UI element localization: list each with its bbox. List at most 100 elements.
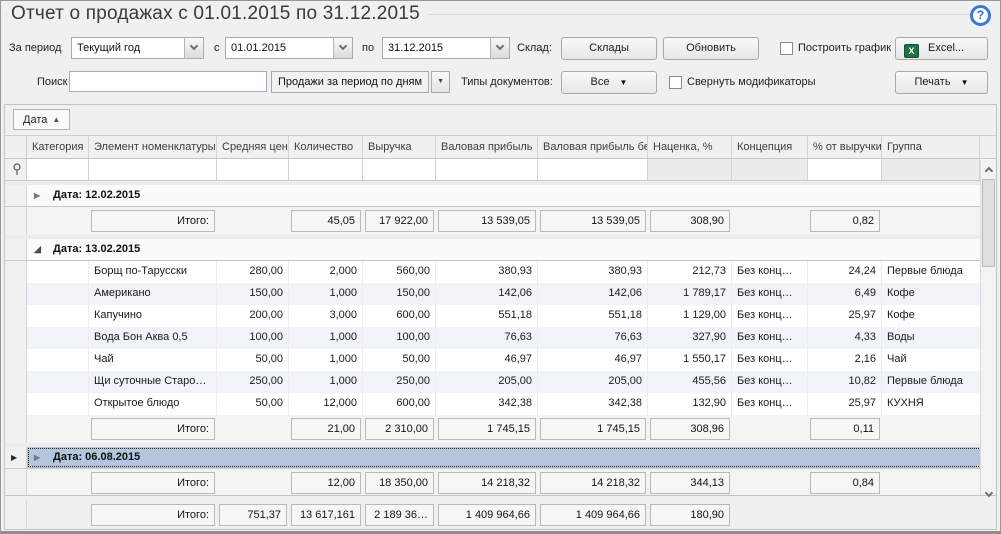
print-button[interactable]: Печать▼ <box>895 71 988 94</box>
cell-markup: 1 789,17 <box>648 283 732 305</box>
column-header-markup[interactable]: Наценка, % <box>648 136 732 158</box>
help-icon[interactable]: ? <box>970 5 991 26</box>
column-header-concept[interactable]: Концепция <box>732 136 808 158</box>
period-combobox[interactable]: Текущий год <box>71 37 204 59</box>
grand-total-row: Итого:751,3713 617,1612 189 36…1 409 964… <box>5 501 996 525</box>
cell-item: Американо <box>89 283 217 305</box>
column-header-item[interactable]: Элемент номенклатуры <box>89 136 217 158</box>
grand-total-footer: Итого:751,3713 617,1612 189 36…1 409 964… <box>5 495 996 529</box>
cell-pct_revenue: 25,97 <box>808 305 882 327</box>
row-indicator-cell: ▶ <box>5 447 27 468</box>
filter-cell-group[interactable] <box>882 159 980 180</box>
filter-cell-item[interactable] <box>89 159 217 180</box>
column-header-category[interactable]: Категория <box>27 136 89 158</box>
cell-concept: Без конц… <box>732 371 808 393</box>
total-gross_profit: 1 409 964,66 <box>438 504 536 526</box>
total-gross_profit: 13 539,05 <box>438 210 536 232</box>
cell-markup: 212,73 <box>648 261 732 283</box>
expand-group-icon[interactable]: ▶ <box>34 185 40 206</box>
filter-cell-concept[interactable] <box>732 159 808 180</box>
cell-gross_profit_wo: 551,18 <box>538 305 648 327</box>
row-indicator-cell <box>5 393 27 415</box>
cell-revenue: 250,00 <box>363 371 436 393</box>
date-from-picker[interactable]: 01.01.2015 <box>225 37 353 59</box>
stores-button[interactable]: Склады <box>561 37 657 60</box>
cell-item: Чай <box>89 349 217 371</box>
group-row-label: ▶Дата: 12.02.2015 <box>27 185 994 206</box>
column-header-avg_price[interactable]: Средняя цена <box>217 136 289 158</box>
build-chart-checkbox[interactable] <box>780 42 793 55</box>
total-pct_revenue: 0,11 <box>810 418 880 440</box>
filter-cell-revenue[interactable] <box>363 159 436 180</box>
collapse-modifiers-checkbox[interactable] <box>669 76 682 89</box>
collapse-modifiers-label: Свернуть модификаторы <box>687 71 815 94</box>
date-to-picker[interactable]: 31.12.2015 <box>382 37 510 59</box>
product-row[interactable]: Открытое блюдо50,0012,000600,00342,38342… <box>5 393 996 415</box>
collapse-group-icon[interactable]: ◢ <box>34 239 41 260</box>
refresh-button[interactable]: Обновить <box>663 37 759 60</box>
row-indicator-cell <box>5 371 27 393</box>
chevron-down-icon[interactable] <box>333 38 352 58</box>
group-row[interactable]: ◢Дата: 13.02.2015 <box>5 239 996 261</box>
period-label: За период <box>9 37 61 60</box>
sales-grid: Дата▲ КатегорияЭлемент номенклатурыСредн… <box>4 104 997 530</box>
filter-cell-avg_price[interactable] <box>217 159 289 180</box>
cell-gross_profit: 205,00 <box>436 371 538 393</box>
product-row[interactable]: Капучино200,003,000600,00551,18551,181 1… <box>5 305 996 327</box>
cell-markup: 1 129,00 <box>648 305 732 327</box>
toolbar-row-1: За период Текущий год с 01.01.2015 по 31… <box>1 37 1000 61</box>
expand-group-icon[interactable]: ▶ <box>34 447 40 468</box>
scroll-down-button[interactable] <box>981 478 996 494</box>
column-header-gross_profit_wo[interactable]: Валовая прибыль без… <box>538 136 648 158</box>
product-row[interactable]: Вода Бон Аква 0,5100,001,000100,0076,637… <box>5 327 996 349</box>
excel-button[interactable]: XExcel... <box>895 37 988 60</box>
cell-revenue: 560,00 <box>363 261 436 283</box>
row-indicator-cell <box>5 305 27 327</box>
search-input[interactable] <box>69 71 267 92</box>
cell-group: Кофе <box>882 305 996 327</box>
group-row[interactable]: ▶Дата: 12.02.2015 <box>5 185 996 207</box>
filter-cell-gross_profit_wo[interactable] <box>538 159 648 180</box>
vertical-scrollbar[interactable] <box>980 160 996 495</box>
chevron-down-icon[interactable] <box>490 38 509 58</box>
column-header-group[interactable]: Группа <box>882 136 980 158</box>
cell-revenue: 50,00 <box>363 349 436 371</box>
excel-icon: X <box>904 44 919 58</box>
column-header-qty[interactable]: Количество <box>289 136 363 158</box>
cell-gross_profit_wo: 76,63 <box>538 327 648 349</box>
filter-cell-pct_revenue[interactable] <box>808 159 882 180</box>
column-header-pct_revenue[interactable]: % от выручки <box>808 136 882 158</box>
report-type-combobox[interactable]: Продажи за период по дням ▼ <box>271 71 450 93</box>
total-markup: 308,90 <box>650 210 730 232</box>
filter-cell-category[interactable] <box>27 159 89 180</box>
title-area: Отчет о продажах с 01.01.2015 по 31.12.2… <box>1 1 1000 35</box>
filter-cell-qty[interactable] <box>289 159 363 180</box>
cell-gross_profit: 76,63 <box>436 327 538 349</box>
cell-markup: 327,90 <box>648 327 732 349</box>
column-header-revenue[interactable]: Выручка <box>363 136 436 158</box>
total-qty: 45,05 <box>291 210 361 232</box>
cell-gross_profit: 342,38 <box>436 393 538 415</box>
cell-gross_profit_wo: 142,06 <box>538 283 648 305</box>
scrollbar-thumb[interactable] <box>982 179 995 267</box>
group-row[interactable]: ▶▶Дата: 06.08.2015 <box>5 447 996 469</box>
product-row[interactable]: Борщ по-Тарусски280,002,000560,00380,933… <box>5 261 996 283</box>
column-header-gross_profit[interactable]: Валовая прибыль <box>436 136 538 158</box>
total-revenue: 17 922,00 <box>365 210 434 232</box>
doc-types-combobox[interactable]: Все▼ <box>561 71 657 94</box>
cell-concept: Без конц… <box>732 283 808 305</box>
product-row[interactable]: Чай50,001,00050,0046,9746,971 550,17Без … <box>5 349 996 371</box>
to-label: по <box>362 37 374 60</box>
dropdown-arrow-icon: ▼ <box>961 78 969 87</box>
filter-cell-markup[interactable] <box>648 159 732 180</box>
filter-cell-gross_profit[interactable] <box>436 159 538 180</box>
dropdown-arrow-icon[interactable]: ▼ <box>431 71 450 93</box>
cell-category <box>27 393 89 415</box>
scroll-up-button[interactable] <box>981 161 996 177</box>
row-indicator-cell <box>5 185 27 206</box>
group-by-chip-date[interactable]: Дата▲ <box>13 109 70 130</box>
cell-avg_price: 200,00 <box>217 305 289 327</box>
product-row[interactable]: Щи суточные Старо…250,001,000250,00205,0… <box>5 371 996 393</box>
product-row[interactable]: Американо150,001,000150,00142,06142,061 … <box>5 283 996 305</box>
chevron-down-icon[interactable] <box>184 38 203 58</box>
